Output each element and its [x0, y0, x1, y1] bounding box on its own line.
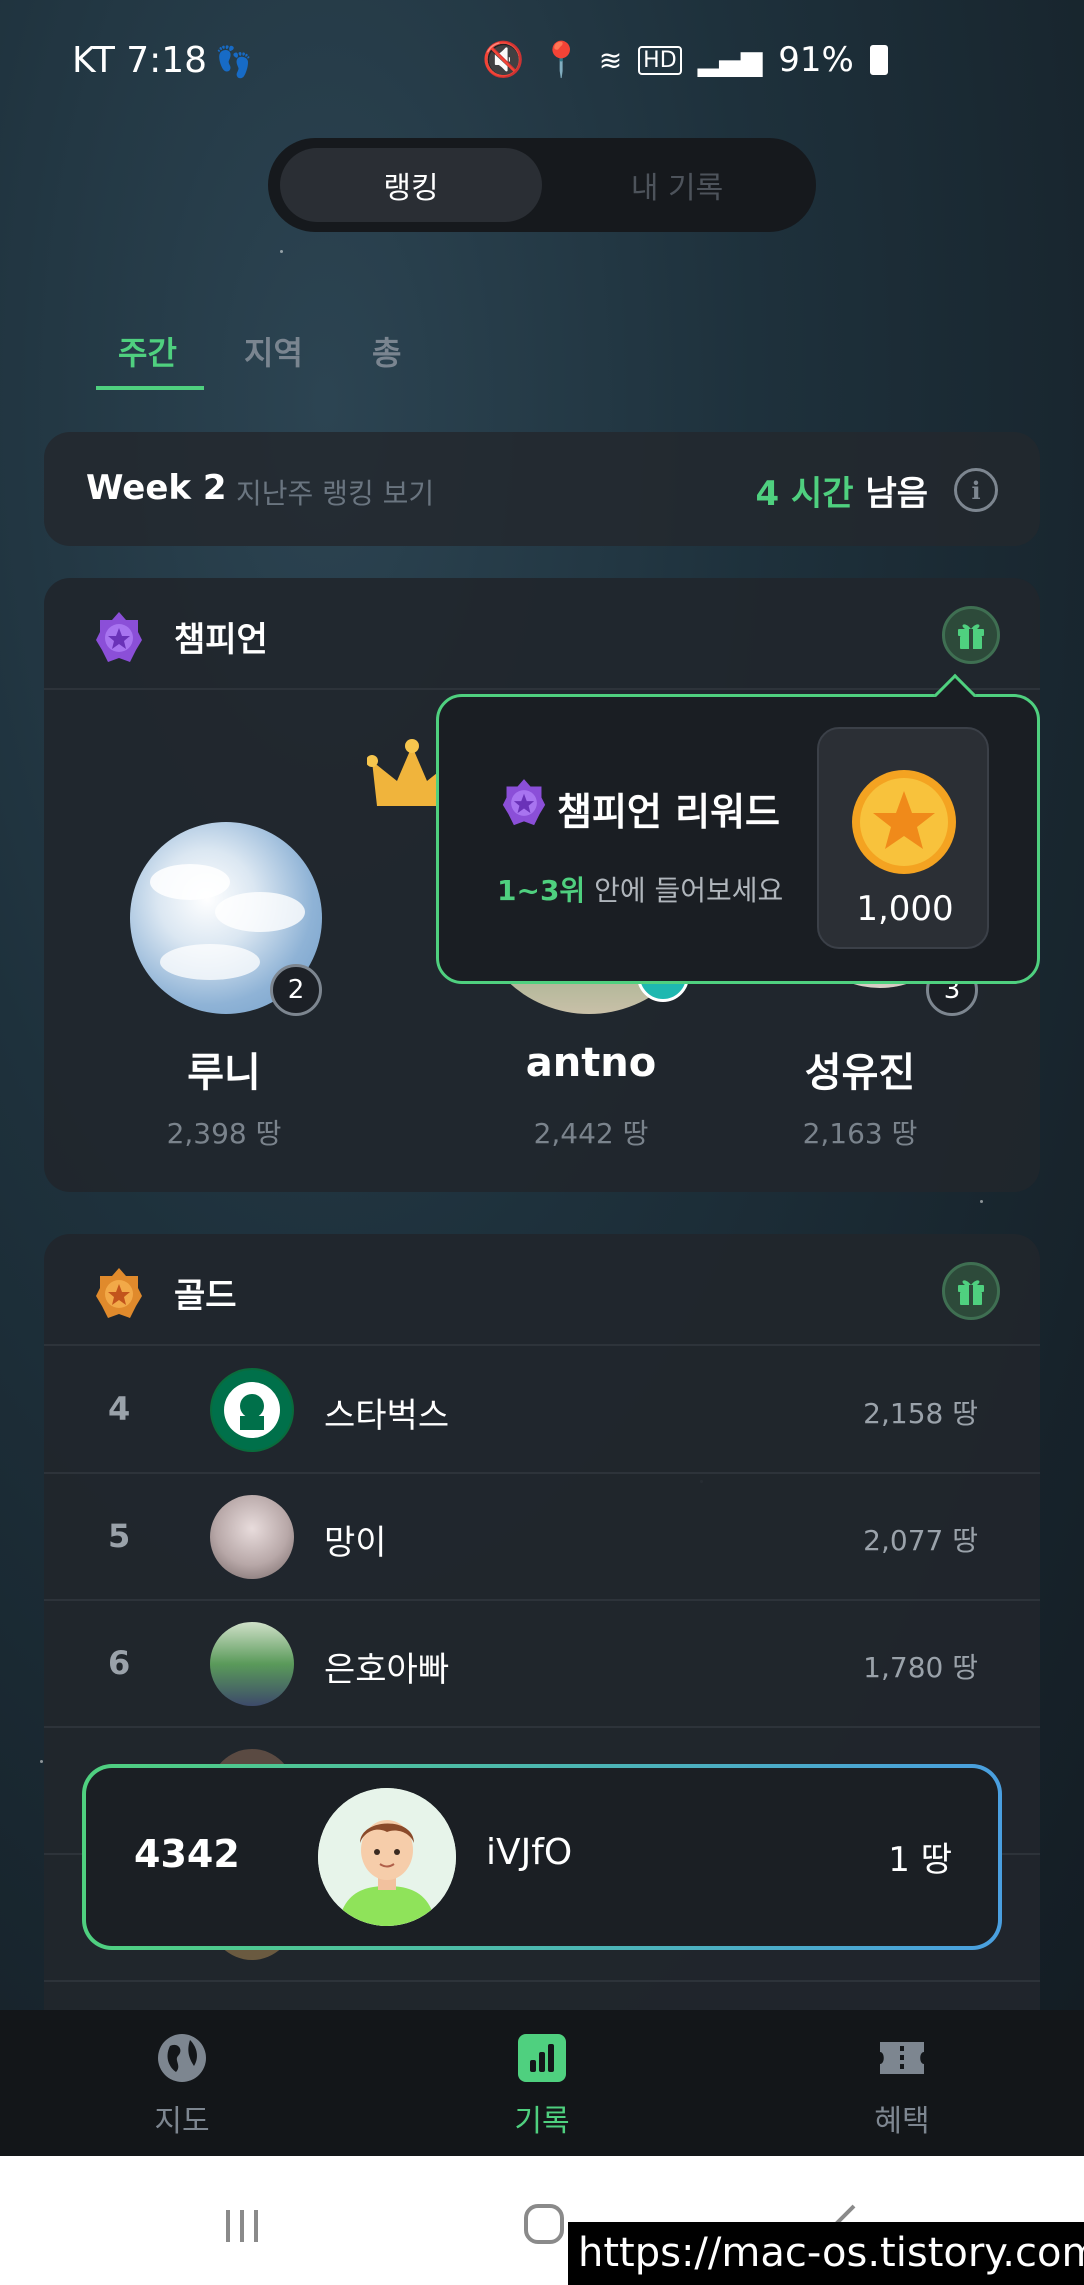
hd-icon: HD [638, 45, 682, 75]
ranking-segment: 랭킹 내 기록 [268, 138, 816, 232]
star-coin-icon [852, 770, 956, 874]
nav-record[interactable]: 기록 [442, 2032, 642, 2140]
gift-icon [958, 1280, 984, 1305]
starbucks-logo-avatar [210, 1368, 294, 1452]
avatar [210, 1495, 294, 1579]
podium-name: 성유진 [804, 1050, 916, 1096]
tab-region[interactable]: 지역 [244, 328, 303, 374]
tab-total[interactable]: 총 [372, 328, 401, 374]
last-week-ranking-link[interactable]: 지난주 랭킹 보기 [236, 472, 434, 512]
nav-record-label: 기록 [514, 2104, 570, 2139]
rank-badge: 2 [270, 964, 322, 1016]
nav-map[interactable]: 지도 [82, 2032, 282, 2140]
hours-left: 4 시간 [755, 474, 854, 514]
podium-second[interactable]: 2 루니 2,398 땅 [74, 578, 374, 1192]
gold-header: 골드 [44, 1234, 1040, 1346]
podium-name: 루니 [187, 1050, 261, 1096]
podium-score: 2,442 땅 [533, 1117, 649, 1150]
row-name: 망이 [324, 1523, 387, 1563]
watermark-url: https://mac-os.tistory.com [568, 2222, 1084, 2285]
info-icon[interactable]: i [954, 468, 998, 512]
signal-icon: ▂▄▆ [697, 43, 763, 77]
nav-benefits-label: 혜택 [874, 2104, 930, 2139]
gold-title: 골드 [174, 1276, 237, 1316]
podium-score: 2,398 땅 [166, 1117, 282, 1150]
wifi-icon: ≋ [598, 43, 623, 77]
tab-underline [96, 386, 204, 390]
week-title: Week 2 [86, 468, 227, 508]
bottom-navigation: 지도 기록 혜택 [0, 2010, 1084, 2156]
tooltip-subtitle-rest: 안에 들어보세요 [585, 874, 784, 907]
tab-weekly[interactable]: 주간 [118, 328, 177, 374]
row-rank: 6 [108, 1644, 131, 1682]
mute-icon: 🔇 [482, 40, 525, 80]
segment-my-record[interactable]: 내 기록 [546, 148, 808, 222]
my-name: iVJfO [486, 1832, 573, 1873]
avatar [210, 1622, 294, 1706]
left-suffix: 남음 [865, 474, 928, 514]
home-icon[interactable] [522, 2202, 566, 2246]
location-icon: 📍 [540, 40, 583, 80]
reward-amount: 1,000 [856, 889, 954, 929]
gold-medal-icon [96, 1268, 142, 1318]
row-rank: 4 [108, 1390, 131, 1428]
status-time: KT 7:18 👣 [72, 40, 252, 81]
tooltip-title: 챔피언 리워드 [557, 790, 780, 834]
recent-apps-icon[interactable] [222, 2206, 262, 2246]
battery-percent: 91% [778, 40, 854, 80]
nav-map-label: 지도 [154, 2104, 210, 2139]
globe-icon [158, 2034, 206, 2082]
table-row[interactable]: 4 스타벅스 2,158 땅 [44, 1348, 1040, 1474]
table-row[interactable]: 5 망이 2,077 땅 [44, 1475, 1040, 1601]
tooltip-rank-range: 1~3위 [497, 874, 586, 907]
tooltip-subtitle: 1~3위 안에 들어보세요 [497, 869, 783, 909]
person-avatar-icon [318, 1788, 456, 1926]
gold-gift-button[interactable] [942, 1262, 1000, 1320]
champion-medal-icon [502, 779, 546, 826]
time-remaining: 4 시간 남음 [756, 466, 928, 515]
my-score: 1 땅 [888, 1840, 952, 1880]
starbucks-logo [212, 1370, 292, 1450]
week-card: Week 2 지난주 랭킹 보기 4 시간 남음 i [44, 432, 1040, 546]
ticket-icon [880, 2042, 924, 2074]
row-name: 스타벅스 [324, 1396, 450, 1436]
my-avatar [318, 1788, 456, 1926]
segment-ranking[interactable]: 랭킹 [280, 148, 542, 222]
my-rank-card[interactable]: 4342 iVJfO 1 땅 [86, 1768, 998, 1946]
footsteps-icon: 👣 [215, 45, 253, 80]
row-name: 은호아빠 [324, 1650, 450, 1690]
table-row[interactable]: 6 은호아빠 1,780 땅 [44, 1602, 1040, 1728]
reward-box: 1,000 [817, 727, 989, 949]
my-rank-number: 4342 [134, 1832, 240, 1876]
champion-reward-tooltip: 챔피언 리워드 1~3위 안에 들어보세요 1,000 [436, 673, 1040, 984]
status-icons: 🔇 📍 ≋ HD ▂▄▆ 91% [482, 40, 888, 80]
row-rank: 5 [108, 1517, 131, 1555]
battery-icon [869, 45, 888, 75]
row-score: 2,077 땅 [863, 1524, 978, 1557]
status-bar: KT 7:18 👣 🔇 📍 ≋ HD ▂▄▆ 91% [72, 40, 888, 90]
row-score: 1,780 땅 [863, 1651, 978, 1684]
podium-score: 2,163 땅 [802, 1117, 918, 1150]
carrier-time: KT 7:18 [72, 40, 208, 81]
bar-chart-icon [518, 2034, 566, 2082]
row-score: 2,158 땅 [863, 1397, 978, 1430]
nav-benefits[interactable]: 혜택 [802, 2032, 1002, 2140]
podium-name: antno [525, 1040, 657, 1086]
